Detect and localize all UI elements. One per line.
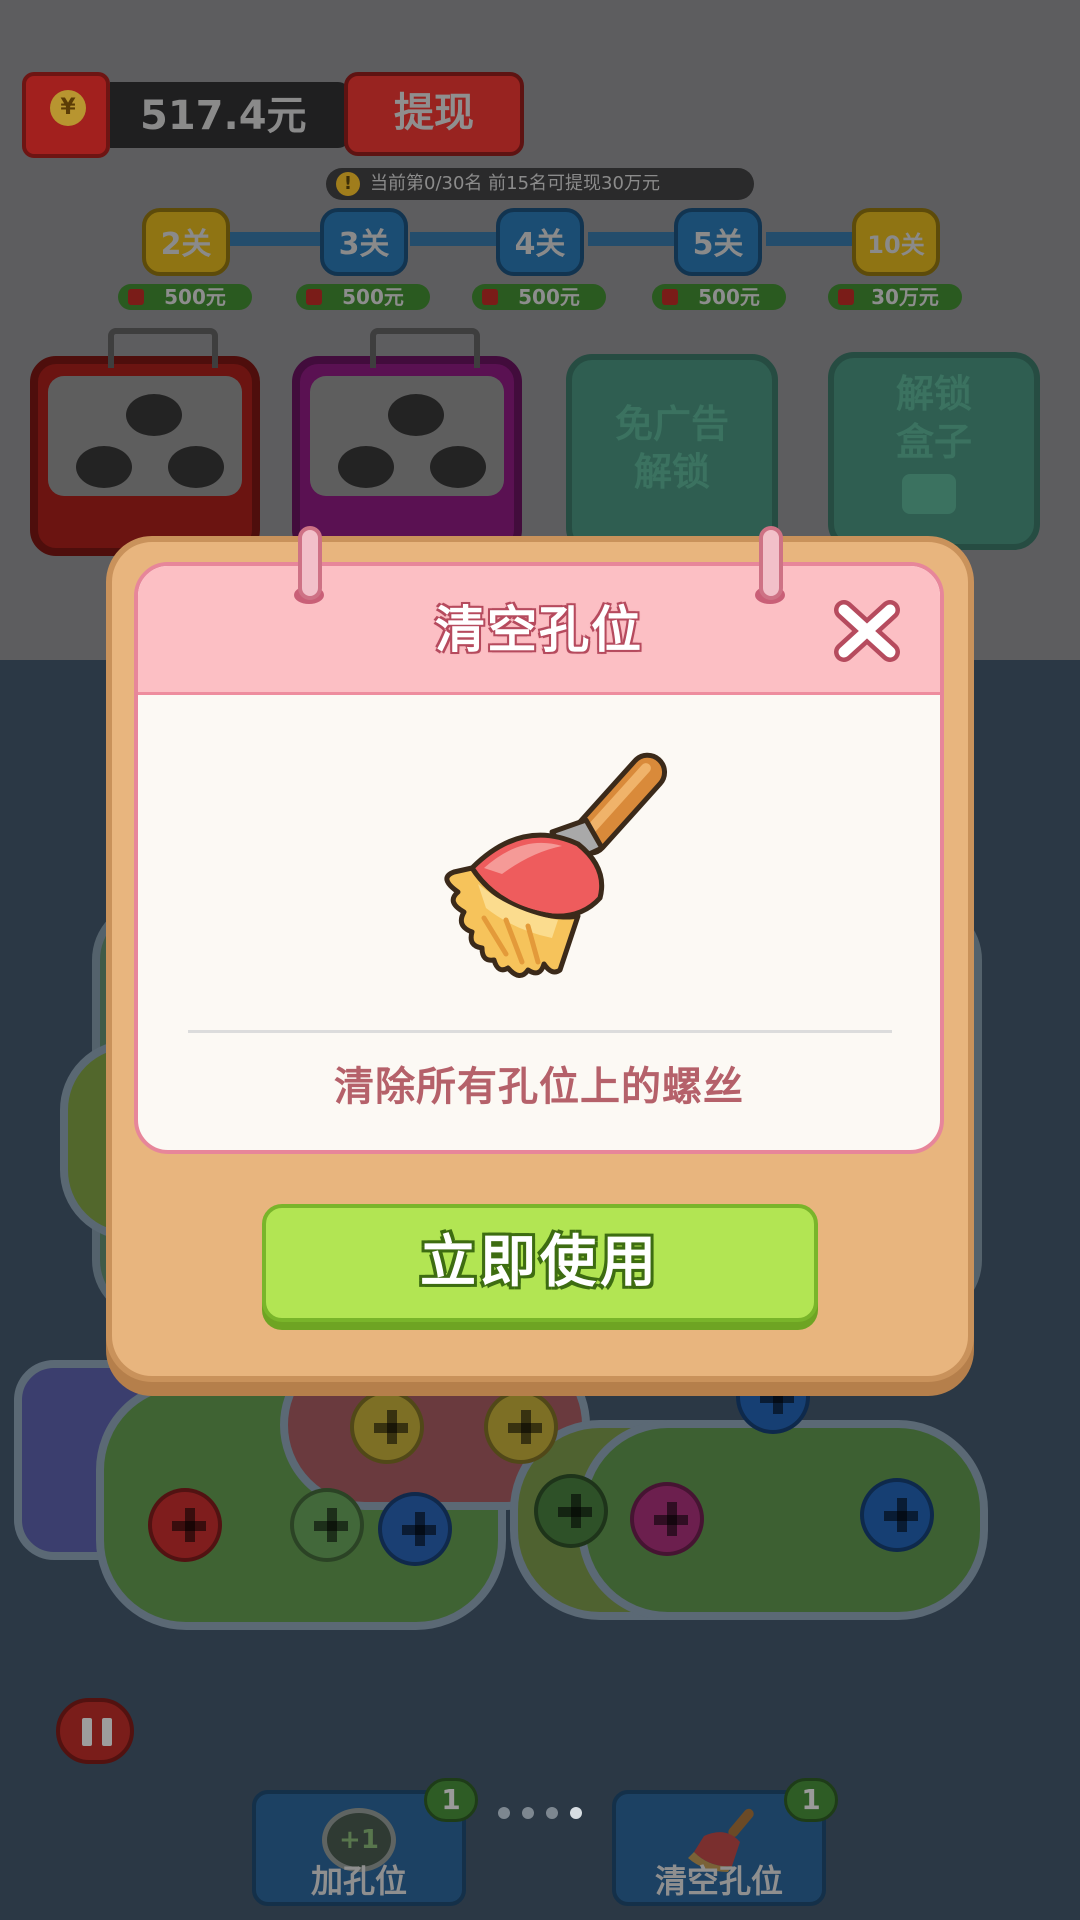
page-dot xyxy=(498,1807,510,1819)
withdraw-button[interactable]: 提现 xyxy=(344,72,524,156)
screw-box-purple[interactable] xyxy=(292,328,522,556)
box-hole xyxy=(126,394,182,436)
wallet-amount: 517.4元 xyxy=(140,93,307,139)
box-hole xyxy=(338,446,394,488)
level-badge-10: 10关 xyxy=(852,208,940,276)
warning-icon: ! xyxy=(336,172,360,196)
rank-notice-text: 当前第0/30名 前15名可提现30万元 xyxy=(370,173,660,194)
level-reward: 500元 xyxy=(296,284,430,310)
page-dot xyxy=(546,1807,558,1819)
tool-count-badge: 1 xyxy=(784,1778,838,1822)
box-hole xyxy=(388,394,444,436)
box-label: 解锁 xyxy=(895,372,972,416)
level-reward: 30万元 xyxy=(828,284,962,310)
locked-box-ad-free[interactable]: 免广告 解锁 xyxy=(566,354,778,554)
page-dot xyxy=(522,1807,534,1819)
level-track xyxy=(766,232,862,246)
red-envelope-icon: ¥ xyxy=(22,72,110,158)
screw-green-icon[interactable] xyxy=(534,1474,608,1548)
screw-yellow-icon[interactable] xyxy=(350,1390,424,1464)
screw-green-icon[interactable] xyxy=(290,1488,364,1562)
close-icon xyxy=(834,600,900,662)
level-badge-5: 5关 xyxy=(674,208,762,276)
level-badge-2: 2关 xyxy=(142,208,230,276)
divider xyxy=(188,1030,892,1033)
screw-yellow-icon[interactable] xyxy=(484,1390,558,1464)
close-button[interactable] xyxy=(826,596,910,668)
box-label: 免广告 xyxy=(614,402,729,446)
use-now-button[interactable]: 立即使用 xyxy=(262,1204,818,1322)
level-track xyxy=(230,232,326,246)
yuan-coin-icon: ¥ xyxy=(50,90,86,126)
binder-ring xyxy=(759,526,783,600)
red-envelope-icon xyxy=(306,289,322,305)
level-track xyxy=(588,232,684,246)
screw-box-red[interactable] xyxy=(30,328,260,556)
pause-icon xyxy=(82,1718,92,1746)
box-hole xyxy=(430,446,486,488)
screw-red-icon[interactable] xyxy=(148,1488,222,1562)
red-envelope-icon xyxy=(128,289,144,305)
pause-button[interactable] xyxy=(56,1698,134,1764)
level-track xyxy=(410,232,506,246)
level-badge-3: 3关 xyxy=(320,208,408,276)
red-envelope-icon xyxy=(838,289,854,305)
binder-ring xyxy=(298,526,322,600)
page-dot-active xyxy=(570,1807,582,1819)
box-hole xyxy=(76,446,132,488)
level-reward: 500元 xyxy=(652,284,786,310)
dialog-description: 清除所有孔位上的螺丝 xyxy=(334,1064,744,1110)
locked-box-unlock[interactable]: 解锁 盒子 xyxy=(828,352,1040,550)
tool-label: 清空孔位 xyxy=(654,1862,783,1900)
broom-icon xyxy=(402,748,692,988)
level-reward: 500元 xyxy=(118,284,252,310)
use-now-label: 立即使用 xyxy=(420,1230,660,1295)
clear-slots-button[interactable]: 清空孔位 1 xyxy=(612,1778,838,1906)
tool-count-badge: 1 xyxy=(424,1778,478,1822)
video-icon xyxy=(902,474,956,514)
red-envelope-icon xyxy=(662,289,678,305)
level-reward: 500元 xyxy=(472,284,606,310)
screw-blue-icon[interactable] xyxy=(378,1492,452,1566)
box-label: 盒子 xyxy=(895,420,972,464)
rank-notice: ! 当前第0/30名 前15名可提现30万元 xyxy=(326,168,754,200)
screw-magenta-icon[interactable] xyxy=(630,1482,704,1556)
screw-blue-icon[interactable] xyxy=(860,1478,934,1552)
level-badge-4: 4关 xyxy=(496,208,584,276)
tool-label: 加孔位 xyxy=(310,1862,407,1900)
box-hole xyxy=(168,446,224,488)
box-label: 解锁 xyxy=(633,450,710,494)
add-slot-button[interactable]: +1 加孔位 1 xyxy=(252,1778,478,1906)
red-envelope-icon xyxy=(482,289,498,305)
dialog-title: 清空孔位 xyxy=(435,601,643,659)
